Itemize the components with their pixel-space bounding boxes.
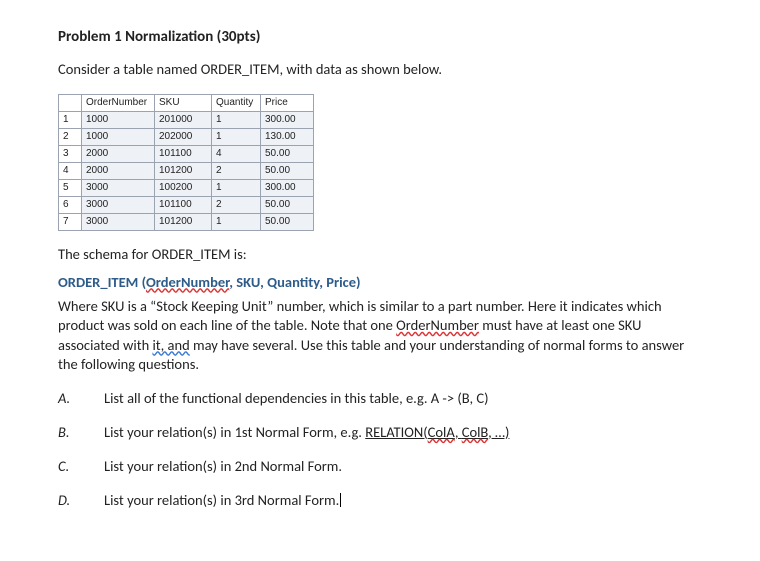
col-header-price: Price	[261, 94, 314, 111]
cell-sku: 101100	[155, 196, 212, 213]
cell-price: 130.00	[261, 128, 314, 145]
qb-relation-example: RELATION(ColA, ColB, …)	[365, 423, 509, 441]
cell-ordernumber: 3000	[82, 213, 155, 230]
question-text: List your relation(s) in 2nd Normal Form…	[104, 457, 342, 475]
order-item-table-wrap: OrderNumber SKU Quantity Price 1 1000 20…	[58, 94, 702, 231]
problem-title: Problem 1 Normalization (30pts)	[58, 28, 702, 46]
row-number-header	[59, 94, 82, 111]
col-header-sku: SKU	[155, 94, 212, 111]
row-number: 3	[59, 145, 82, 162]
qb-post: , …)	[488, 423, 509, 441]
order-item-table: OrderNumber SKU Quantity Price 1 1000 20…	[58, 94, 314, 231]
body-it-and: it, and	[152, 336, 189, 354]
intro-paragraph: Consider a table named ORDER_ITEM, with …	[58, 60, 702, 80]
table-row: 5 3000 100200 1 300.00	[59, 179, 314, 196]
question-c: C. List your relation(s) in 2nd Normal F…	[58, 457, 702, 475]
table-row: 4 2000 101200 2 50.00	[59, 162, 314, 179]
cell-quantity: 1	[212, 111, 261, 128]
table-row: 1 1000 201000 1 300.00	[59, 111, 314, 128]
cell-price: 50.00	[261, 162, 314, 179]
body-ordernumber: OrderNumber	[396, 316, 479, 334]
body-paragraph: Where SKU is a “Stock Keeping Unit” numb…	[58, 297, 702, 375]
question-label: C.	[58, 457, 104, 475]
cell-quantity: 1	[212, 213, 261, 230]
cell-quantity: 2	[212, 162, 261, 179]
cell-ordernumber: 2000	[82, 145, 155, 162]
col-header-quantity: Quantity	[212, 94, 261, 111]
cell-ordernumber: 2000	[82, 162, 155, 179]
cell-sku: 101100	[155, 145, 212, 162]
cell-sku: 201000	[155, 111, 212, 128]
schema-definition: ORDER_ITEM (OrderNumber, SKU, Quantity, …	[58, 273, 702, 291]
qb-mid: ,	[455, 423, 462, 441]
cell-ordernumber: 3000	[82, 179, 155, 196]
cell-quantity: 2	[212, 196, 261, 213]
schema-pk: OrderNumber	[146, 273, 229, 291]
table-row: 7 3000 101200 1 50.00	[59, 213, 314, 230]
question-text: List all of the functional dependencies …	[104, 389, 488, 407]
question-label: B.	[58, 423, 104, 441]
cell-sku: 202000	[155, 128, 212, 145]
qb-relation: RELATION(	[365, 423, 427, 441]
cell-quantity: 4	[212, 145, 261, 162]
question-text: List your relation(s) in 3rd Normal Form…	[104, 491, 341, 509]
row-number: 2	[59, 128, 82, 145]
schema-rest: , SKU, Quantity, Price)	[229, 273, 360, 291]
schema-prefix: ORDER_ITEM (	[58, 273, 146, 291]
table-row: 6 3000 101100 2 50.00	[59, 196, 314, 213]
col-header-ordernumber: OrderNumber	[82, 94, 155, 111]
text-cursor-icon	[340, 493, 341, 507]
qb-colb: ColB	[462, 423, 488, 441]
question-a: A. List all of the functional dependenci…	[58, 389, 702, 407]
cell-ordernumber: 1000	[82, 128, 155, 145]
cell-price: 300.00	[261, 179, 314, 196]
cell-price: 50.00	[261, 196, 314, 213]
cell-quantity: 1	[212, 179, 261, 196]
qd-text: List your relation(s) in 3rd Normal Form…	[104, 491, 339, 509]
document-page: Problem 1 Normalization (30pts) Consider…	[0, 0, 760, 561]
cell-sku: 101200	[155, 162, 212, 179]
cell-price: 50.00	[261, 145, 314, 162]
table-body: 1 1000 201000 1 300.00 2 1000 202000 1 1…	[59, 111, 314, 230]
question-list: A. List all of the functional dependenci…	[58, 389, 702, 509]
qb-pre: List your relation(s) in 1st Normal Form…	[104, 423, 365, 441]
question-d: D. List your relation(s) in 3rd Normal F…	[58, 491, 702, 509]
question-label: A.	[58, 389, 104, 407]
cell-ordernumber: 1000	[82, 111, 155, 128]
cell-sku: 101200	[155, 213, 212, 230]
cell-ordernumber: 3000	[82, 196, 155, 213]
cell-price: 50.00	[261, 213, 314, 230]
row-number: 6	[59, 196, 82, 213]
row-number: 1	[59, 111, 82, 128]
table-row: 3 2000 101100 4 50.00	[59, 145, 314, 162]
schema-intro: The schema for ORDER_ITEM is:	[58, 245, 702, 263]
row-number: 5	[59, 179, 82, 196]
table-header-row: OrderNumber SKU Quantity Price	[59, 94, 314, 111]
table-row: 2 1000 202000 1 130.00	[59, 128, 314, 145]
row-number: 4	[59, 162, 82, 179]
row-number: 7	[59, 213, 82, 230]
question-text: List your relation(s) in 1st Normal Form…	[104, 423, 509, 441]
cell-quantity: 1	[212, 128, 261, 145]
question-label: D.	[58, 491, 104, 509]
qb-cola: ColA	[428, 423, 455, 441]
question-b: B. List your relation(s) in 1st Normal F…	[58, 423, 702, 441]
cell-sku: 100200	[155, 179, 212, 196]
cell-price: 300.00	[261, 111, 314, 128]
